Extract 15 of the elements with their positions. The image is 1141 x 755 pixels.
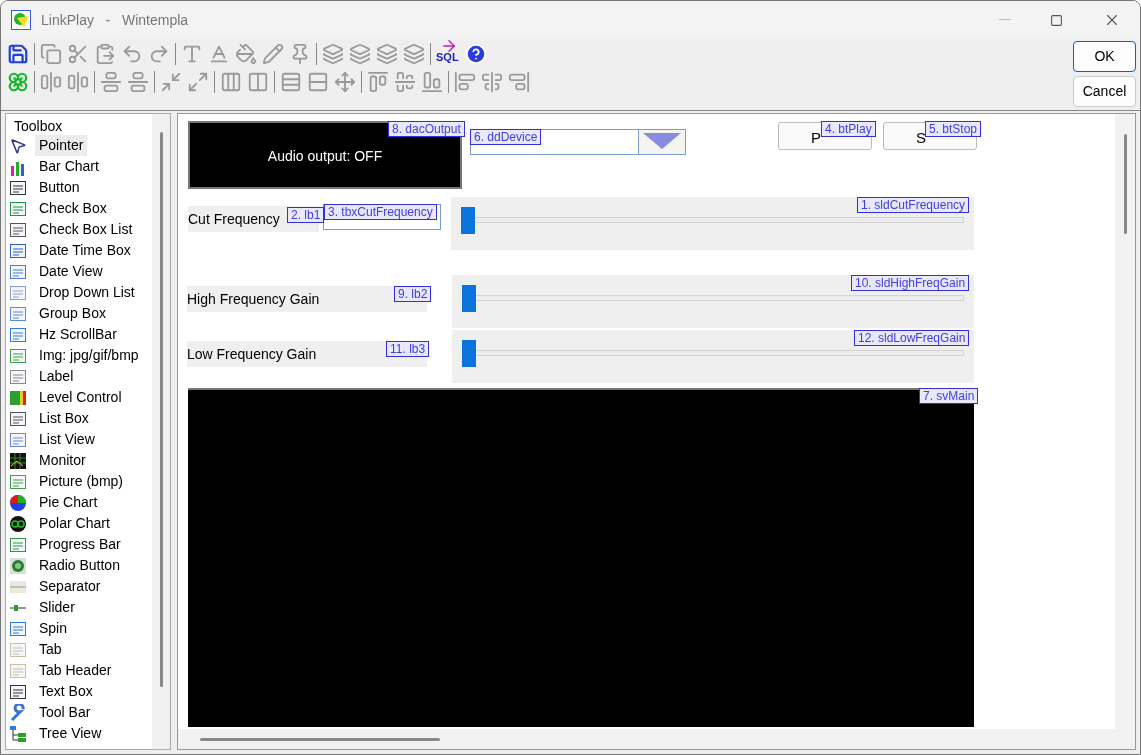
control-name-tooltip: 7. svMain [919,388,979,404]
control-name-tooltip: 11. lb3 [386,341,430,357]
control-name-tooltip: 6. ddDevice [470,129,542,145]
window-title: LinkPlay - Wintempla [41,10,189,30]
display-text: Audio output: OFF [267,147,383,166]
control-name-tooltip: 12. sldLowFreqGain [854,330,970,346]
control-name-tooltip: 4. btPlay [821,121,876,137]
control-name-tooltip: 10. sldHighFreqGain [851,275,970,291]
control-name-tooltip: 3. tbxCutFrequency [324,204,437,220]
control-name-tooltip: 1. sldCutFrequency [857,197,970,213]
control-name-tooltip: 2. lb1 [287,207,325,223]
toolbox-title: Toolbox [13,117,64,135]
control-name-tooltip: 5. btStop [925,121,982,137]
control-name-tooltip: 9. lb2 [394,286,432,302]
control-name-tooltip: 8. dacOutput [388,121,465,137]
